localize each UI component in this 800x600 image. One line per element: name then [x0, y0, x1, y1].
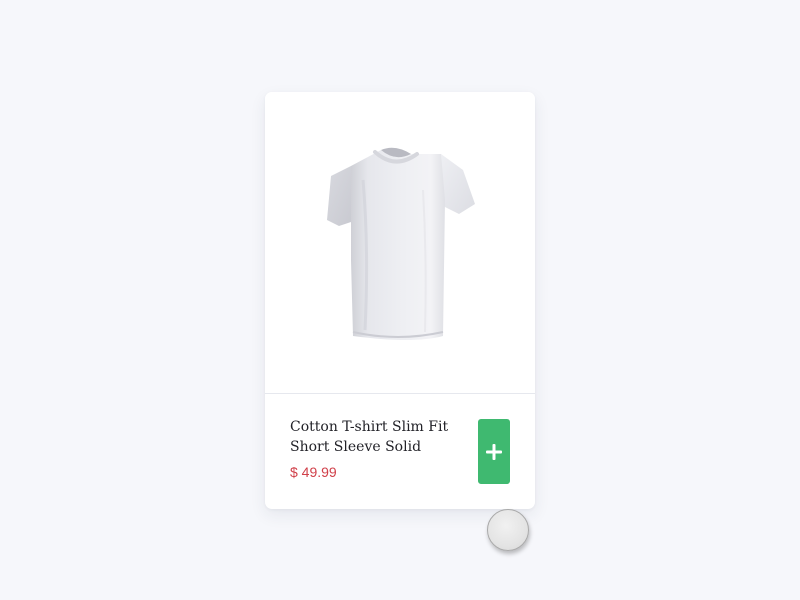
touch-cursor-indicator — [487, 509, 529, 551]
product-info: Cotton T-shirt Slim Fit Short Sleeve Sol… — [265, 394, 535, 509]
add-to-cart-button[interactable] — [478, 419, 510, 484]
product-card[interactable]: Cotton T-shirt Slim Fit Short Sleeve Sol… — [265, 92, 535, 509]
page: Cotton T-shirt Slim Fit Short Sleeve Sol… — [0, 0, 800, 600]
tshirt-image — [327, 147, 475, 340]
product-price: $ 49.99 — [290, 464, 337, 480]
product-image-area — [265, 92, 535, 394]
plus-icon — [486, 443, 502, 460]
product-title: Cotton T-shirt Slim Fit Short Sleeve Sol… — [290, 419, 449, 455]
